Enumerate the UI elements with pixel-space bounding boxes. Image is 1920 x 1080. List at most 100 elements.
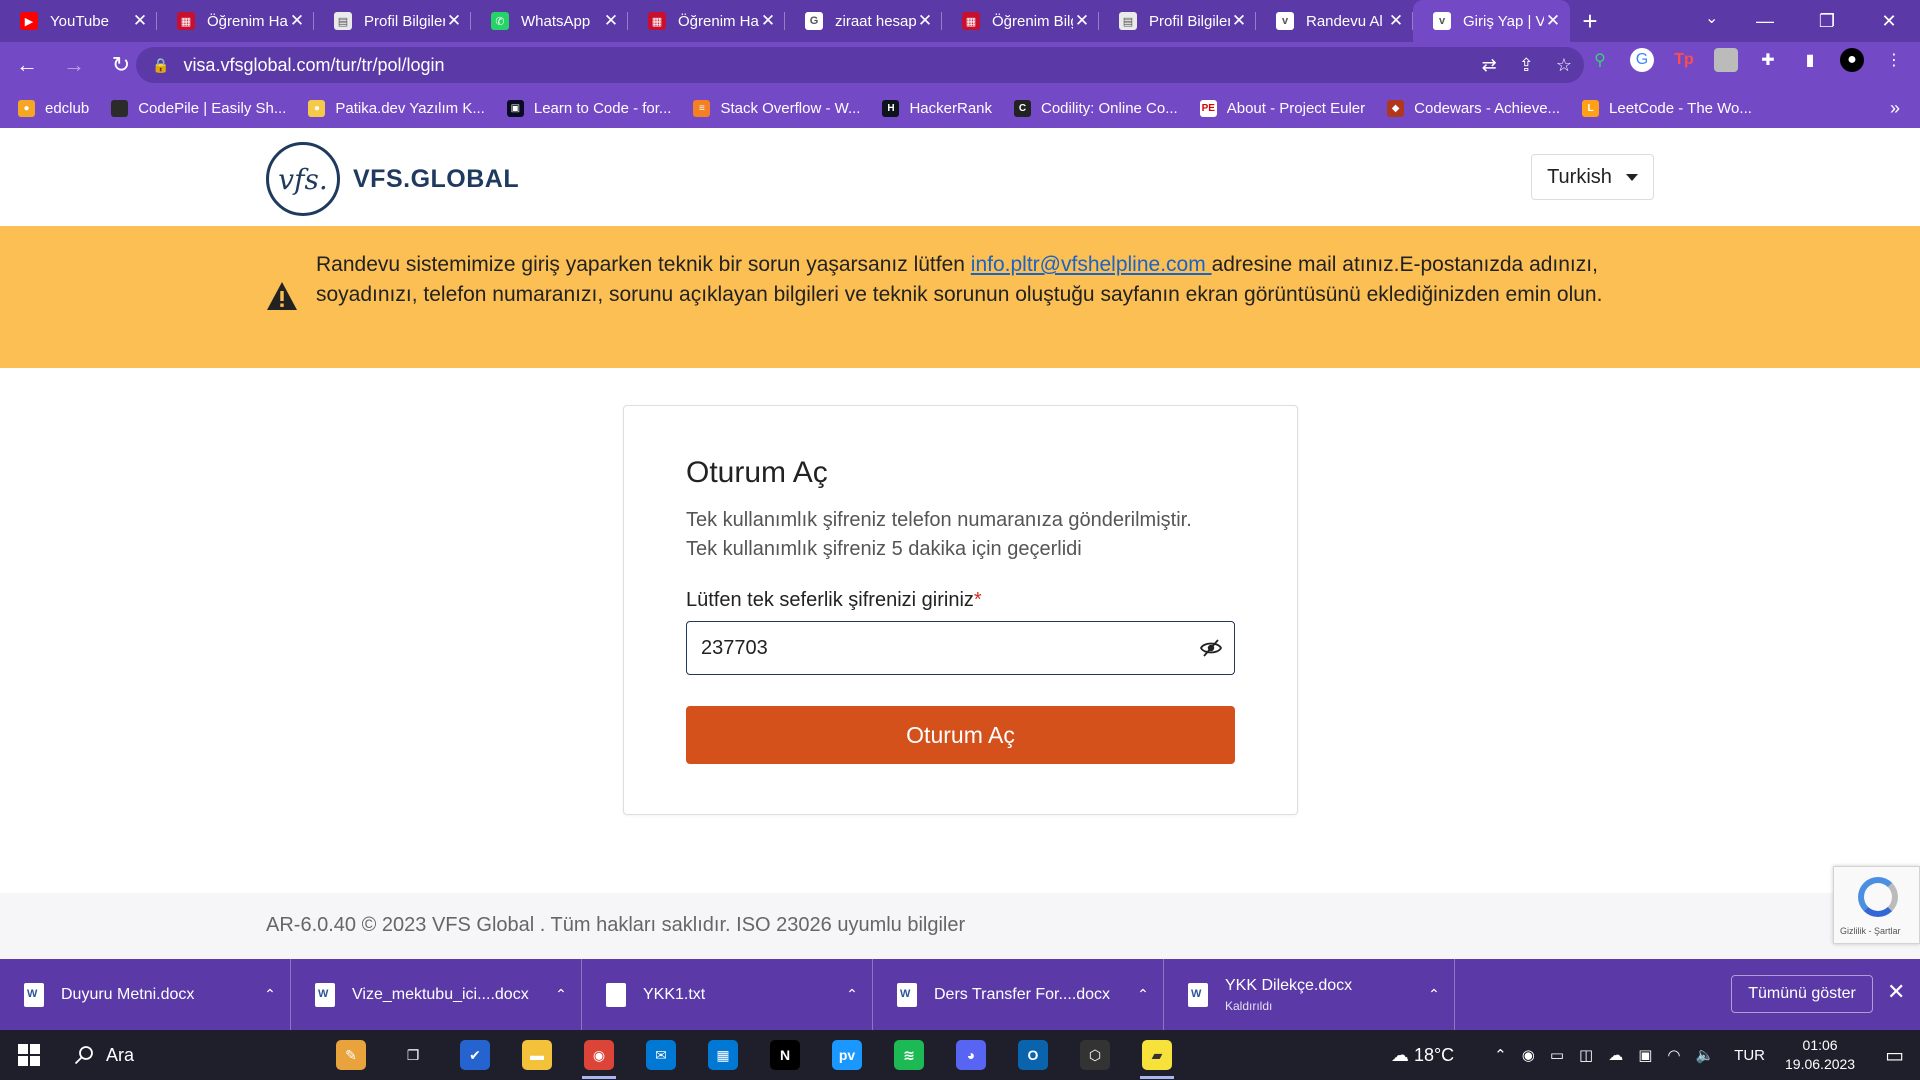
browser-tab[interactable]: ▦ Öğrenim Hareketliliği✕ [628,0,785,42]
restore-icon[interactable]: ❐ [1796,0,1858,42]
show-all-downloads-button[interactable]: Tümünü göster [1731,975,1873,1013]
reload-icon[interactable]: ↻ [101,47,141,83]
taskbar-app-task-view[interactable]: ❐ [388,1030,438,1080]
download-item[interactable]: YKK Dilekçe.docx Kaldırıldı ⌃ [1164,959,1455,1030]
tp-extension-icon[interactable]: Tp [1672,48,1696,72]
record-icon[interactable]: ◉ [1522,1046,1535,1064]
taskbar-app-outlook[interactable]: O [1008,1030,1058,1080]
minimize-icon[interactable]: — [1734,0,1796,42]
lock-icon[interactable]: 🔒 [152,57,169,74]
download-item[interactable]: Duyuru Metni.docx ⌃ [0,959,291,1030]
taskbar-app-unity[interactable]: ⬡ [1070,1030,1120,1080]
close-tab-icon[interactable]: ✕ [1544,11,1562,31]
download-item[interactable]: YKK1.txt ⌃ [582,959,873,1030]
tab-search-icon[interactable]: ⌄ [1705,8,1718,28]
chevron-up-icon[interactable]: ⌃ [250,986,290,1003]
battery-icon[interactable]: ▭ [1550,1046,1564,1064]
browser-tab[interactable]: ▤ Profil Bilgileri ✕ [314,0,471,42]
chevron-up-icon[interactable]: ⌃ [1494,1046,1507,1064]
bookmark-item[interactable]: CodePile | Easily Sh... [111,99,286,117]
close-tab-icon[interactable]: ✕ [1387,11,1405,31]
bookmark-item[interactable]: ● edclub [18,99,89,117]
bookmark-item[interactable]: PE About - Project Euler [1199,99,1365,117]
weather-widget[interactable]: ☁ 18°C [1391,1045,1454,1066]
bookmark-item[interactable]: C Codility: Online Co... [1014,99,1178,117]
recaptcha-badge[interactable]: Gizlilik - Şartlar [1833,866,1920,944]
bookmark-star-icon[interactable]: ☆ [1556,55,1572,76]
pin-extension-icon[interactable]: ⚲ [1588,48,1612,72]
gray-extension-icon[interactable] [1714,48,1738,72]
translate-icon[interactable]: ⇄ [1482,55,1497,76]
chevron-up-icon[interactable]: ⌃ [1414,986,1454,1003]
taskbar-app-calendar[interactable]: ▦ [698,1030,748,1080]
chevron-up-icon[interactable]: ⌃ [1123,986,1163,1003]
browser-tab[interactable]: v Randevu Al ✕ [1256,0,1413,42]
bookmark-item[interactable]: ● Patika.dev Yazılım K... [308,99,485,117]
input-language[interactable]: TUR [1734,1047,1765,1064]
download-item[interactable]: Vize_mektubu_ici....docx ⌃ [291,959,582,1030]
taskbar-app-netflix[interactable]: N [760,1030,810,1080]
address-bar[interactable]: 🔒 visa.vfsglobal.com/tur/tr/pol/login ⇄ … [136,47,1584,83]
new-tab-icon[interactable]: + [1570,6,1610,37]
camera-icon[interactable]: ◫ [1579,1046,1593,1064]
language-select[interactable]: Turkish [1531,154,1654,200]
otp-input[interactable] [701,636,1181,660]
bookmarks-overflow-icon[interactable]: » [1890,98,1900,119]
cloud-offline-icon[interactable]: ☁ [1608,1046,1623,1064]
puzzle-icon[interactable]: ✚ [1756,48,1780,72]
browser-tab[interactable]: ▦ Öğrenim Bilgileri✕ [942,0,1099,42]
browser-tab[interactable]: ✆ WhatsApp ✕ [471,0,628,42]
bookmark-item[interactable]: ≡ Stack Overflow - W... [693,99,860,117]
browser-tab[interactable]: v Giriş Yap | VFS✕ [1413,0,1570,42]
google-extension-icon[interactable]: G [1630,48,1654,72]
browser-tab[interactable]: ▤ Profil Bilgileri ✕ [1099,0,1256,42]
bookmark-item[interactable]: H HackerRank [882,99,992,117]
display-icon[interactable]: ▣ [1638,1046,1652,1064]
side-panel-icon[interactable]: ▮ [1798,48,1822,72]
taskbar-app-todo[interactable]: ✔ [450,1030,500,1080]
vfs-logo[interactable]: vfs. VFS.GLOBAL [266,142,519,216]
taskbar-clock[interactable]: 01:06 19.06.2023 [1785,1036,1855,1074]
close-tab-icon[interactable]: ✕ [445,11,463,31]
bookmark-item[interactable]: L LeetCode - The Wo... [1582,99,1752,117]
close-tab-icon[interactable]: ✕ [916,11,934,31]
browser-tab[interactable]: Gziraat hesap ✕ [785,0,942,42]
taskbar-app-discord[interactable]: ◕ [946,1030,996,1080]
browser-tab[interactable]: ▦ Öğrenim Hareketliliği✕ [157,0,314,42]
taskbar-app-chrome[interactable]: ◉ [574,1030,624,1080]
volume-icon[interactable]: 🔈 [1696,1046,1715,1064]
close-tab-icon[interactable]: ✕ [131,11,149,31]
download-item[interactable]: Ders Transfer For....docx ⌃ [873,959,1164,1030]
close-tab-icon[interactable]: ✕ [1073,11,1091,31]
taskbar-app-file-explorer[interactable]: ▬ [512,1030,562,1080]
close-tab-icon[interactable]: ✕ [759,11,777,31]
menu-icon[interactable]: ⋮ [1882,48,1906,72]
close-tab-icon[interactable]: ✕ [1230,11,1248,31]
taskbar-app-spotify[interactable]: ≋ [884,1030,934,1080]
recaptcha-terms[interactable]: Gizlilik - Şartlar [1840,926,1901,936]
wifi-icon[interactable]: ◠ [1667,1046,1680,1064]
taskbar-app-widgets[interactable]: ✎ [326,1030,376,1080]
close-tab-icon[interactable]: ✕ [288,11,306,31]
taskbar-app-prime-video[interactable]: pv [822,1030,872,1080]
notifications-icon[interactable]: ▭ [1885,1043,1904,1068]
chevron-up-icon[interactable]: ⌃ [541,986,581,1003]
close-window-icon[interactable]: ✕ [1858,0,1920,42]
taskbar-search[interactable]: Ara [74,1045,314,1066]
login-submit-button[interactable]: Oturum Aç [686,706,1235,764]
start-button[interactable] [0,1030,58,1080]
taskbar-app-sticky-notes[interactable]: ▰ [1132,1030,1182,1080]
forward-icon[interactable]: → [54,47,94,83]
share-icon[interactable]: ⇪ [1519,55,1534,76]
close-tab-icon[interactable]: ✕ [602,11,620,31]
browser-tab[interactable]: ▶ YouTube ✕ [0,0,157,42]
bookmark-item[interactable]: ◆ Codewars - Achieve... [1387,99,1560,117]
bookmark-item[interactable]: ▣ Learn to Code - for... [506,99,671,117]
eye-slash-icon[interactable] [1200,638,1222,658]
profile-avatar-icon[interactable]: ● [1840,48,1864,72]
back-icon[interactable]: ← [7,47,47,83]
taskbar-app-mail[interactable]: ✉ [636,1030,686,1080]
close-shelf-icon[interactable]: ✕ [1887,979,1905,1005]
support-email-link[interactable]: info.pltr@vfshelpline.com [971,253,1212,276]
chevron-up-icon[interactable]: ⌃ [832,986,872,1003]
